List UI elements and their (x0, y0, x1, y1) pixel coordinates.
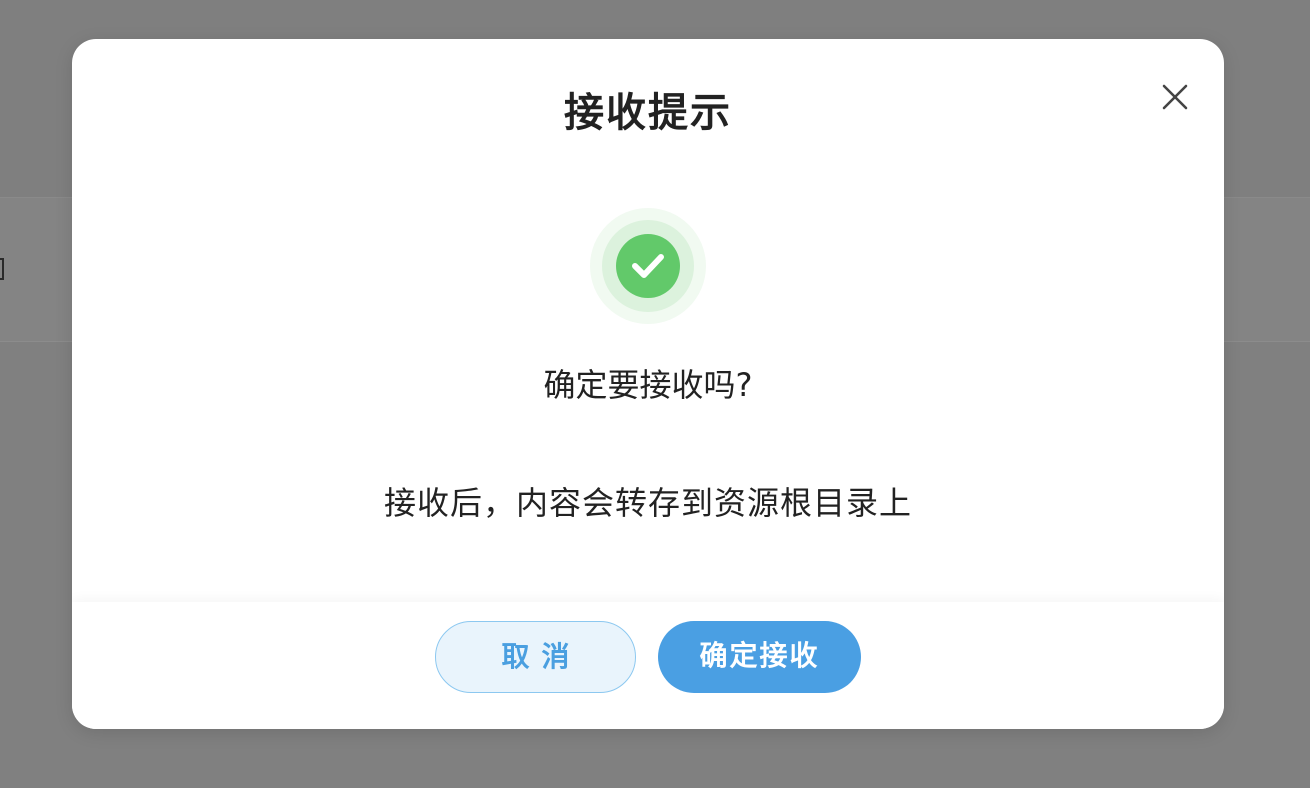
dialog-footer: 取消 确定接收 (72, 602, 1224, 729)
receive-dialog: 接收提示 确定要接收吗? 接收后，内容会转存到资源根目录上 取消 确定接收 (72, 39, 1224, 729)
close-icon (1162, 84, 1188, 110)
cancel-button[interactable]: 取消 (435, 621, 636, 693)
confirm-question: 确定要接收吗? (543, 366, 753, 404)
confirm-description: 接收后，内容会转存到资源根目录上 (383, 484, 912, 522)
background-partial-glyph (0, 258, 4, 280)
confirm-receive-button[interactable]: 确定接收 (658, 621, 861, 693)
dialog-title: 接收提示 (564, 90, 732, 136)
close-button[interactable] (1157, 79, 1193, 115)
check-circle-icon (590, 208, 706, 324)
